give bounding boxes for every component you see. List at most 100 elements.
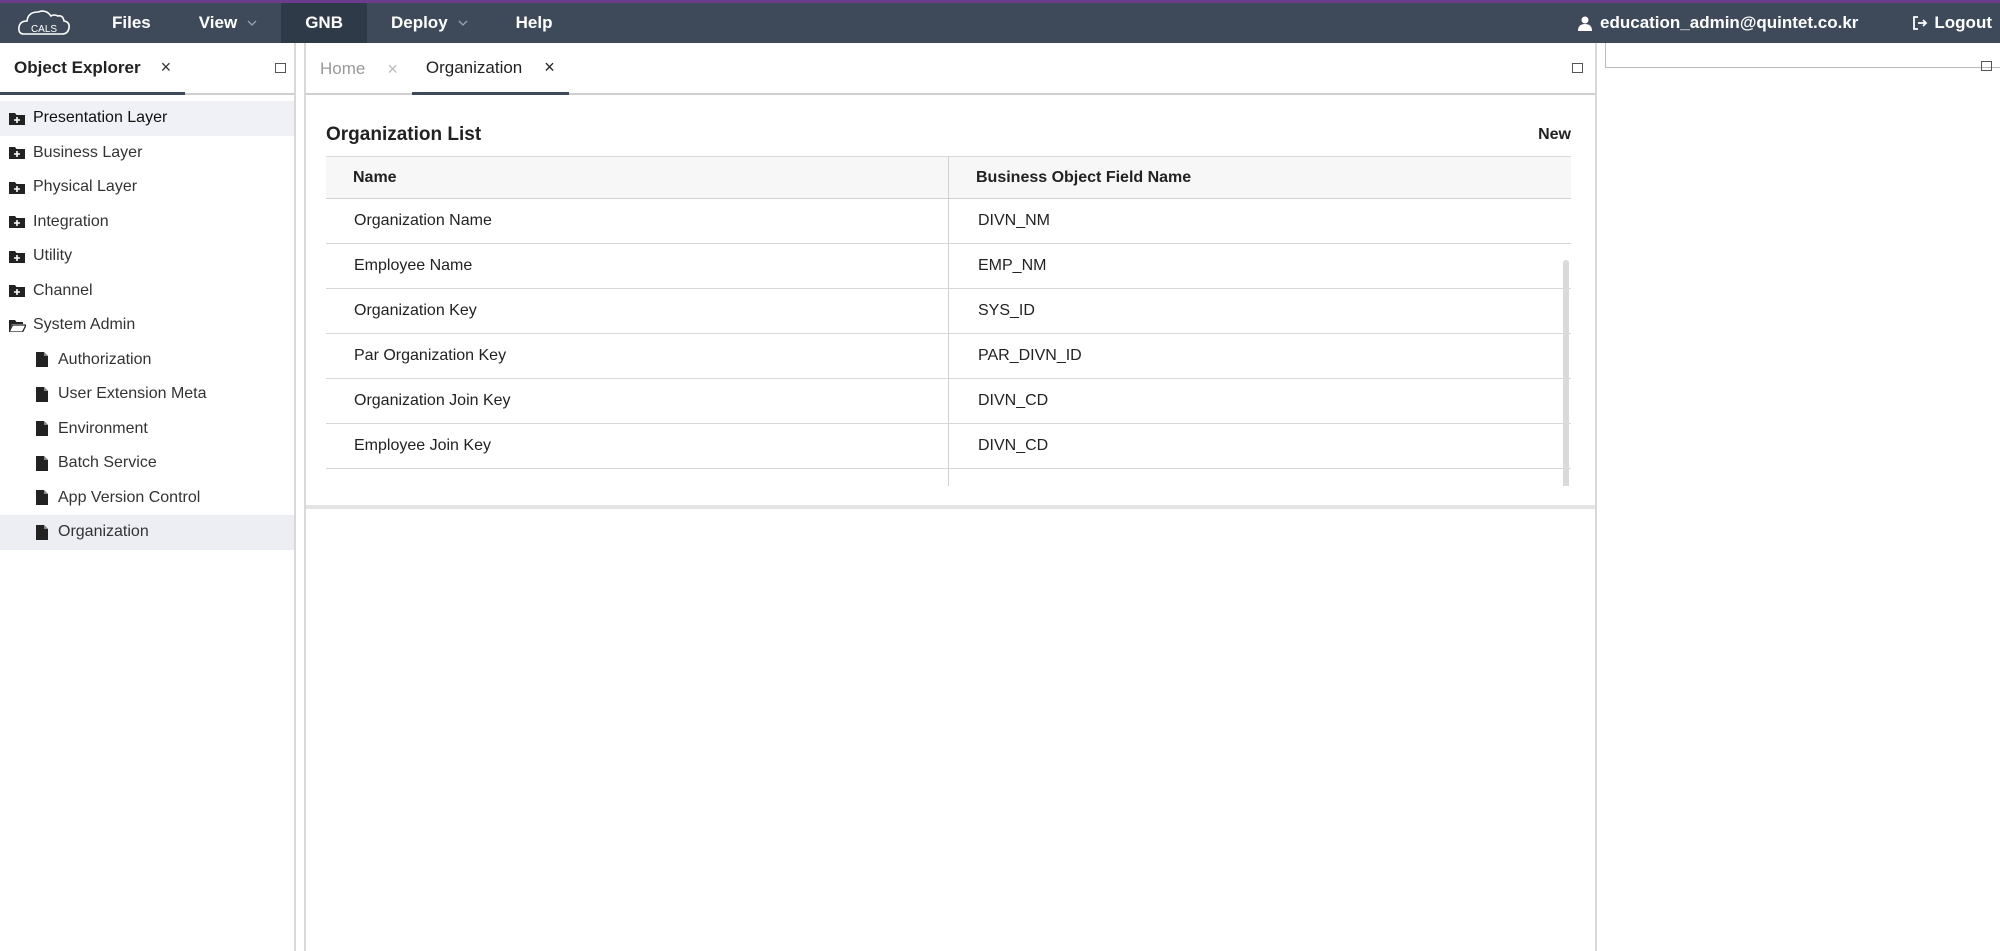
tree-item-business-layer[interactable]: Business Layer xyxy=(0,136,294,171)
menu-help[interactable]: Help xyxy=(492,3,577,43)
maximize-icon[interactable] xyxy=(275,63,286,73)
cell-field-name: DIVN_NM xyxy=(978,212,1051,229)
cell-field-name: EMP_NM xyxy=(978,257,1047,274)
tree-item-label: System Admin xyxy=(33,316,136,334)
tree-item-presentation-layer[interactable]: Presentation Layer xyxy=(0,101,294,136)
cell-name: Employee Join Key xyxy=(326,424,949,468)
chevron-down-icon xyxy=(458,20,468,26)
logout-label: Logout xyxy=(1934,13,1992,32)
editor-panel: Home × Organization × Organization List … xyxy=(304,43,1597,951)
tree-item-label: Authorization xyxy=(58,350,152,368)
properties-header xyxy=(1605,43,2000,68)
menu-gnb-label: GNB xyxy=(305,13,343,32)
column-header-name[interactable]: Name xyxy=(326,157,949,198)
svg-text:CALS: CALS xyxy=(31,24,57,35)
file-icon xyxy=(33,421,51,437)
tree-item-label: Presentation Layer xyxy=(33,109,168,127)
tab-home[interactable]: Home × xyxy=(306,43,412,95)
editor-tabs: Home × Organization × xyxy=(306,43,1595,95)
object-explorer-panel: Object Explorer × Presentation Layer Bus… xyxy=(0,43,296,951)
cell-field-name: PAR_DIVN_ID xyxy=(978,347,1082,364)
close-icon[interactable]: × xyxy=(161,57,172,78)
table-row[interactable]: Par Organization Key PAR_DIVN_ID xyxy=(326,334,1571,379)
cals-logo[interactable]: CALS xyxy=(0,3,88,43)
grid-header: Name Business Object Field Name xyxy=(326,157,1571,199)
maximize-icon[interactable] xyxy=(1572,63,1583,73)
menu-deploy[interactable]: Deploy xyxy=(367,3,492,43)
menu-view[interactable]: View xyxy=(175,3,281,43)
tree-item-label: Physical Layer xyxy=(33,178,138,196)
tree-item-label: Utility xyxy=(33,247,73,265)
file-icon xyxy=(33,455,51,471)
file-icon xyxy=(33,352,51,368)
file-icon xyxy=(33,524,51,540)
menu-gnb[interactable]: GNB xyxy=(281,3,367,43)
cell-name: Par Organization Key xyxy=(326,334,949,378)
tree-item-label: Integration xyxy=(33,212,109,230)
tree-item-system-admin[interactable]: System Admin xyxy=(0,308,294,343)
cloud-logo-icon: CALS xyxy=(18,10,70,35)
grid-scrollbar[interactable] xyxy=(1563,260,1569,486)
chevron-down-icon xyxy=(247,20,257,26)
folder-plus-icon xyxy=(8,214,26,230)
tree-item-channel[interactable]: Channel xyxy=(0,274,294,309)
cell-field-name xyxy=(949,469,1571,486)
cell-name: Employee Name xyxy=(326,244,949,288)
tab-organization[interactable]: Organization × xyxy=(411,43,569,95)
tree-item-label: Batch Service xyxy=(58,454,157,472)
tree-item-utility[interactable]: Utility xyxy=(0,239,294,274)
explorer-tree: Presentation Layer Business Layer Physic… xyxy=(0,95,294,550)
menu-files-label: Files xyxy=(112,13,151,32)
tree-item-physical-layer[interactable]: Physical Layer xyxy=(0,170,294,205)
tree-item-label: User Extension Meta xyxy=(58,385,207,403)
close-icon[interactable]: × xyxy=(387,59,398,80)
tab-home-label: Home xyxy=(320,59,366,78)
menu-help-label: Help xyxy=(515,13,553,32)
explorer-header: Object Explorer × xyxy=(0,43,294,95)
cell-field-name: DIVN_CD xyxy=(978,392,1049,409)
table-row[interactable]: Employee Join Key DIVN_CD xyxy=(326,424,1571,469)
cell-name: Organization Join Key xyxy=(326,379,949,423)
folder-plus-icon xyxy=(8,283,26,299)
file-icon xyxy=(33,386,51,402)
user-account[interactable]: education_admin@quintet.co.kr xyxy=(1578,13,1858,33)
table-row[interactable]: Organization Join Key DIVN_CD xyxy=(326,379,1571,424)
tree-item-label: Organization xyxy=(58,523,149,541)
folder-plus-icon xyxy=(8,145,26,161)
folder-open-icon xyxy=(8,317,26,333)
user-area: education_admin@quintet.co.kr Logout xyxy=(1578,3,2000,43)
column-header-field-name[interactable]: Business Object Field Name xyxy=(949,157,1571,198)
tree-item-label: Business Layer xyxy=(33,143,143,161)
tree-item-integration[interactable]: Integration xyxy=(0,205,294,240)
tree-item-environment[interactable]: Environment xyxy=(0,412,294,447)
tree-item-authorization[interactable]: Authorization xyxy=(0,343,294,378)
maximize-icon[interactable] xyxy=(1981,61,1992,71)
cell-field-name: SYS_ID xyxy=(978,302,1035,319)
properties-panel xyxy=(1603,43,2000,951)
cell-field-name: DIVN_CD xyxy=(978,437,1049,454)
tree-item-label: App Version Control xyxy=(58,488,201,506)
tree-item-batch-service[interactable]: Batch Service xyxy=(0,446,294,481)
cell-name xyxy=(326,469,949,486)
table-row-partial[interactable] xyxy=(326,469,1571,486)
main-menu: Files View GNB Deploy Help xyxy=(88,3,577,43)
section-title: Organization List xyxy=(326,124,482,145)
file-icon xyxy=(33,490,51,506)
tree-item-organization[interactable]: Organization xyxy=(0,515,294,550)
table-row[interactable]: Organization Key SYS_ID xyxy=(326,289,1571,334)
menu-view-label: View xyxy=(198,13,238,32)
new-button[interactable]: New xyxy=(1538,126,1571,144)
user-email: education_admin@quintet.co.kr xyxy=(1600,13,1859,32)
cell-name: Organization Key xyxy=(326,289,949,333)
table-row[interactable]: Organization Name DIVN_NM xyxy=(326,199,1571,244)
top-navigation-bar: CALS Files View GNB Deploy Help educatio… xyxy=(0,0,2000,43)
tree-item-app-version-control[interactable]: App Version Control xyxy=(0,481,294,516)
tab-object-explorer[interactable]: Object Explorer × xyxy=(0,43,186,95)
table-row[interactable]: Employee Name EMP_NM xyxy=(326,244,1571,289)
user-icon xyxy=(1578,16,1593,31)
organization-list-section: Organization List New Name Business Obje… xyxy=(306,95,1595,509)
tree-item-user-extension-meta[interactable]: User Extension Meta xyxy=(0,377,294,412)
menu-files[interactable]: Files xyxy=(88,3,175,43)
close-icon[interactable]: × xyxy=(544,57,555,78)
logout-button[interactable]: Logout xyxy=(1912,13,1992,33)
